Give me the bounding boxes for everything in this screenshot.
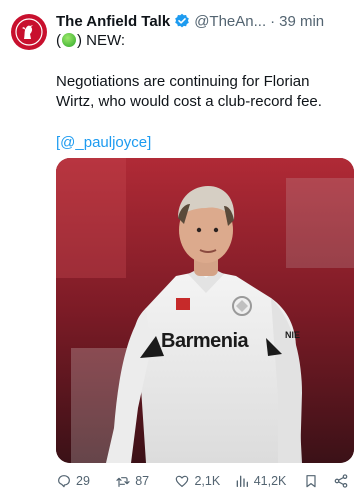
avatar[interactable]	[11, 14, 47, 50]
views-chart-icon	[236, 475, 248, 487]
timestamp[interactable]: 39 min	[279, 13, 324, 30]
tweet-line-new: ( ) NEW:	[56, 31, 354, 51]
reply-button[interactable]: 29	[56, 473, 115, 489]
green-circle-emoji-icon	[62, 33, 76, 47]
separator-dot: ·	[270, 12, 276, 30]
tweet-text: Negotiations are continuing for Florian …	[56, 72, 354, 112]
tweet-header: The Anfield Talk @TheAn... · 39 min	[56, 11, 356, 31]
author-name[interactable]: The Anfield Talk	[56, 13, 170, 30]
player-photo-icon	[56, 158, 354, 463]
views-count: 41,2K	[253, 474, 287, 488]
repost-count: 87	[135, 474, 150, 488]
tweet-paragraph-2: Wirtz, who would cost a club-record fee.	[56, 93, 322, 110]
reply-count: 29	[76, 474, 90, 488]
verified-badge-icon	[174, 13, 190, 29]
like-button[interactable]: 2,1K	[174, 473, 233, 489]
author-handle[interactable]: @TheAn...	[194, 13, 266, 30]
mention-link[interactable]: @_pauljoyce	[60, 134, 147, 151]
reply-icon	[58, 475, 70, 488]
tweet-paragraph-1: Negotiations are continuing for Florian	[56, 73, 310, 90]
share-icon	[334, 474, 348, 488]
repost-icon	[116, 477, 130, 487]
repost-button[interactable]: 87	[115, 473, 174, 489]
new-label: ) NEW:	[77, 32, 126, 49]
share-button[interactable]	[333, 473, 356, 489]
bookmark-icon	[305, 475, 316, 488]
heart-icon	[176, 475, 189, 487]
bookmark-button[interactable]	[303, 473, 334, 489]
sleeve-text: NIE	[285, 330, 301, 340]
tweet-photo[interactable]: Barmenia NIE	[56, 158, 354, 463]
liverbird-logo-icon	[15, 18, 43, 46]
paren-open: (	[56, 32, 61, 49]
tweet-mention-line: [@_pauljoyce]	[56, 133, 354, 153]
views-button[interactable]: 41,2K	[234, 473, 303, 489]
bracket-close: ]	[147, 134, 152, 151]
tweet-actions: 29 87 2,1K 41,2K	[56, 470, 356, 492]
shirt-sponsor-text: Barmenia	[161, 330, 249, 352]
like-count: 2,1K	[194, 474, 221, 488]
